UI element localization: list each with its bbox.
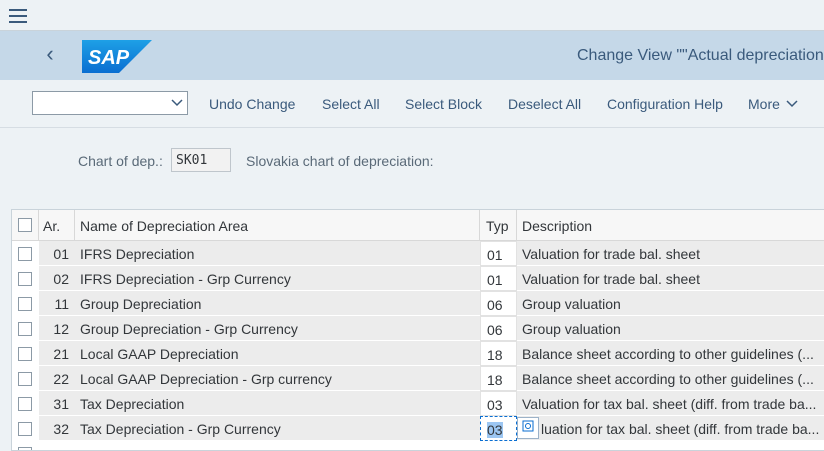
area-number-cell: 21 (39, 341, 75, 366)
type-value: 03 (487, 422, 503, 438)
area-number-cell: 02 (39, 266, 75, 291)
description-cell: Valuation for trade bal. sheet (517, 266, 824, 291)
configuration-help-button[interactable]: Configuration Help (607, 96, 723, 112)
row-checkbox[interactable] (18, 247, 32, 261)
description-cell: Balance sheet according to other guideli… (517, 341, 824, 366)
area-name-cell: Group Depreciation - Grp Currency (75, 316, 480, 341)
row-selector[interactable] (12, 341, 39, 366)
description-cell: Valuation for tax bal. sheet (diff. from… (517, 391, 824, 416)
page-title: Change View ""Actual depreciation (577, 47, 824, 64)
select-block-button[interactable]: Select Block (405, 96, 482, 112)
row-checkbox[interactable] (18, 397, 32, 411)
row-checkbox[interactable] (18, 447, 32, 450)
table-row[interactable]: 32 Tax Depreciation - Grp Currency 03 luati… (12, 416, 824, 441)
sap-logo: SAP (82, 40, 152, 73)
chevron-down-icon (786, 100, 798, 108)
description-cell: Group valuation (517, 316, 824, 341)
type-input[interactable]: 06 (480, 316, 517, 341)
area-number-cell: 32 (39, 416, 75, 441)
select-all-column[interactable] (12, 210, 39, 240)
table-row[interactable]: 01 IFRS Depreciation 01 Valuation for trade… (12, 241, 824, 266)
row-selector[interactable] (12, 441, 39, 450)
row-checkbox[interactable] (18, 372, 32, 386)
select-all-button[interactable]: Select All (322, 96, 380, 112)
description-cell: luation for tax bal. sheet (diff. from t… (517, 416, 824, 441)
column-header-description[interactable]: Description (517, 210, 824, 240)
chevron-down-icon (171, 99, 183, 107)
undo-change-button[interactable]: Undo Change (209, 96, 295, 112)
table-row[interactable]: 31 Tax Depreciation 03 Valuation for tax ba… (12, 391, 824, 416)
type-value: 18 (487, 372, 503, 388)
row-checkbox[interactable] (18, 322, 32, 336)
back-icon[interactable]: ‹ (38, 43, 62, 67)
table-row[interactable]: 11 Group Depreciation 06 Group valuation (12, 291, 824, 316)
type-input[interactable]: 01 (480, 266, 517, 291)
type-input[interactable]: 18 (480, 366, 517, 391)
row-selector[interactable] (12, 291, 39, 316)
empty-row (12, 441, 824, 450)
area-number-cell: 31 (39, 391, 75, 416)
menu-icon[interactable] (9, 9, 27, 23)
more-button[interactable]: More (748, 96, 798, 112)
column-header-name[interactable]: Name of Depreciation Area (75, 210, 480, 240)
value-help-icon[interactable] (517, 417, 539, 439)
chart-of-dep-description: Slovakia chart of depreciation: (246, 153, 434, 169)
toolbar: Undo Change Select All Select Block Dese… (0, 80, 824, 128)
shell-bar: ‹ SAP Change View ""Actual depreciation (0, 31, 824, 80)
area-name-cell: Tax Depreciation (75, 391, 480, 416)
type-input[interactable]: 01 (480, 241, 517, 266)
type-value: 01 (487, 272, 503, 288)
area-number-cell: 12 (39, 316, 75, 341)
depreciation-areas-table: Ar. Name of Depreciation Area Typ Descri… (11, 209, 824, 451)
column-header-typ[interactable]: Typ (480, 210, 517, 240)
chart-of-dep-field: SK01 (171, 148, 231, 172)
more-label: More (748, 96, 780, 112)
row-selector[interactable] (12, 416, 39, 441)
top-strip (0, 0, 824, 31)
table-header: Ar. Name of Depreciation Area Typ Descri… (12, 210, 824, 241)
row-checkbox[interactable] (18, 347, 32, 361)
description-cell: Valuation for trade bal. sheet (517, 241, 824, 266)
area-name-cell: IFRS Depreciation (75, 241, 480, 266)
type-input[interactable]: 18 (480, 341, 517, 366)
area-name-cell: Local GAAP Depreciation (75, 341, 480, 366)
chart-of-dep-label: Chart of dep.: (78, 153, 163, 169)
row-selector[interactable] (12, 241, 39, 266)
row-checkbox[interactable] (18, 297, 32, 311)
row-checkbox[interactable] (18, 422, 32, 436)
type-input[interactable]: 06 (480, 291, 517, 316)
type-value: 06 (487, 297, 503, 313)
table-row[interactable]: 21 Local GAAP Depreciation 18 Balance sheet… (12, 341, 824, 366)
area-number-cell: 22 (39, 366, 75, 391)
type-value: 01 (487, 247, 503, 263)
column-header-ar[interactable]: Ar. (39, 210, 75, 240)
type-input[interactable]: 03 (480, 416, 517, 441)
row-selector[interactable] (12, 316, 39, 341)
area-name-cell: Tax Depreciation - Grp Currency (75, 416, 480, 441)
area-number-cell: 11 (39, 291, 75, 316)
row-selector[interactable] (12, 391, 39, 416)
area-name-cell: IFRS Depreciation - Grp Currency (75, 266, 480, 291)
table-row[interactable]: 12 Group Depreciation - Grp Currency 06 Gro… (12, 316, 824, 341)
logo-text: SAP (88, 47, 130, 69)
type-value: 06 (487, 322, 503, 338)
table-row[interactable]: 02 IFRS Depreciation - Grp Currency 01 Valu… (12, 266, 824, 291)
area-name-cell: Group Depreciation (75, 291, 480, 316)
row-checkbox[interactable] (18, 272, 32, 286)
type-value: 18 (487, 347, 503, 363)
type-input[interactable]: 03 (480, 391, 517, 416)
area-number-cell: 01 (39, 241, 75, 266)
select-all-checkbox[interactable] (18, 218, 32, 232)
area-name-cell: Local GAAP Depreciation - Grp currency (75, 366, 480, 391)
row-selector[interactable] (12, 366, 39, 391)
table-row[interactable]: 22 Local GAAP Depreciation - Grp currency… (12, 366, 824, 391)
row-selector[interactable] (12, 266, 39, 291)
deselect-all-button[interactable]: Deselect All (508, 96, 581, 112)
description-cell: Group valuation (517, 291, 824, 316)
description-cell: Balance sheet according to other guideli… (517, 366, 824, 391)
type-value: 03 (487, 397, 503, 413)
variant-select[interactable] (32, 91, 188, 115)
